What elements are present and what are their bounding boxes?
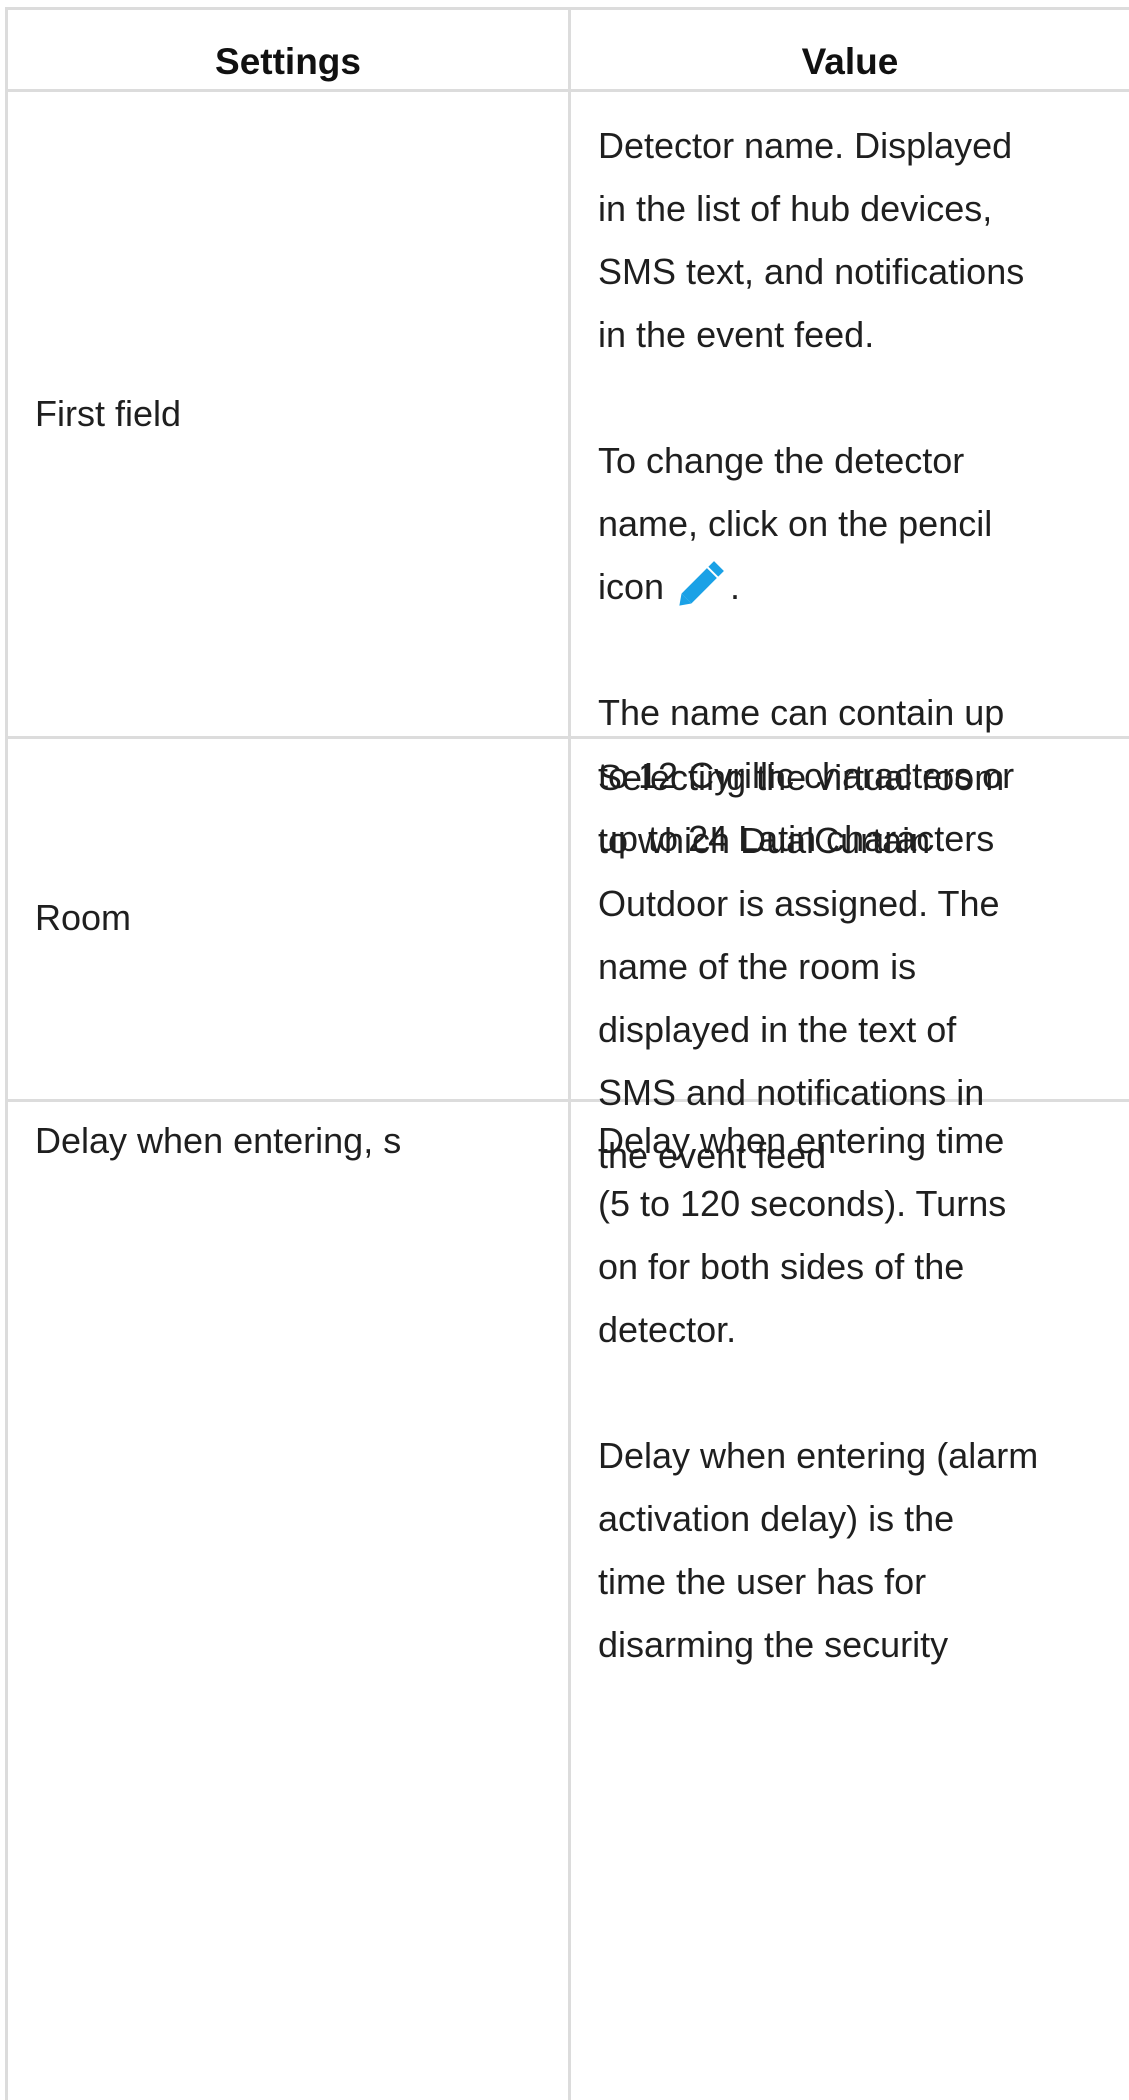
first-field-rename-instruction: To change the detector name, click on th… bbox=[598, 429, 1098, 618]
delay-entering-explanation: Delay when entering (alarm activation de… bbox=[598, 1435, 1039, 1665]
delay-entering-description: Delay when entering time (5 to 120 secon… bbox=[598, 1120, 1007, 1350]
setting-name-first-field: First field bbox=[35, 393, 182, 434]
setting-name-room: Room bbox=[35, 897, 132, 938]
column-header-settings: Settings bbox=[215, 41, 361, 82]
table-left-border bbox=[5, 7, 8, 2100]
first-field-description: Detector name. Displayed in the list of … bbox=[598, 125, 1025, 355]
pencil-icon bbox=[674, 557, 730, 609]
setting-value-delay-entering: Delay when entering time (5 to 120 secon… bbox=[598, 1109, 1098, 1676]
setting-name-delay-entering: Delay when entering, s bbox=[35, 1120, 402, 1161]
rename-instruction-text: To change the detector name, click on th… bbox=[598, 440, 993, 607]
column-header-value: Value bbox=[801, 41, 899, 82]
column-divider bbox=[568, 7, 571, 2100]
settings-table: Settings Value First field Detector name… bbox=[0, 0, 1129, 2100]
table-top-border bbox=[5, 7, 1129, 10]
rename-instruction-period: . bbox=[730, 566, 741, 607]
